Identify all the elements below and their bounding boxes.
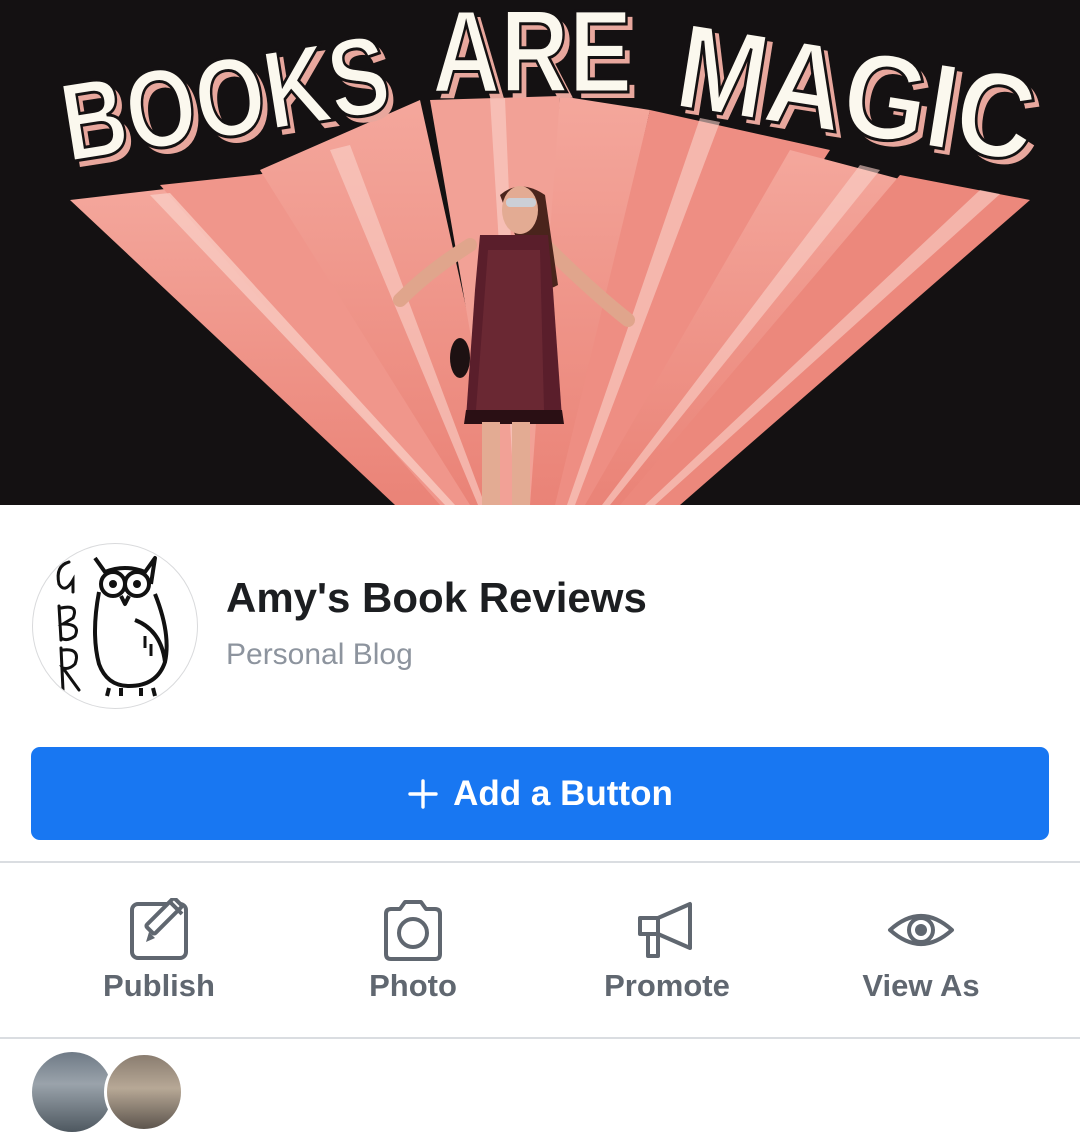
page-category[interactable]: Personal Blog	[226, 638, 413, 672]
friend-avatar[interactable]	[104, 1052, 184, 1132]
promote-action-button[interactable]: Promote	[540, 864, 794, 1038]
svg-text:ARE: ARE	[432, 0, 632, 118]
camera-icon	[384, 900, 442, 961]
add-a-button-button[interactable]: Add a Button	[31, 747, 1049, 840]
photo-label: Photo	[369, 968, 457, 1003]
section-divider-bottom	[0, 1037, 1080, 1039]
add-a-button-label: Add a Button	[453, 773, 673, 813]
owl-logo-icon	[56, 556, 169, 697]
page-action-bar: Publish Photo Promote View As	[0, 864, 1080, 1038]
section-divider-top	[0, 861, 1080, 863]
publish-label: Publish	[103, 968, 215, 1003]
page-name[interactable]: Amy's Book Reviews	[226, 574, 647, 622]
view-as-action-button[interactable]: View As	[794, 864, 1048, 1038]
cover-photo-image: BOOKS BOOKS ARE ARE MAGIC MAGIC	[0, 0, 1080, 505]
page-profile-picture[interactable]	[32, 543, 198, 709]
plus-icon	[408, 778, 438, 809]
compose-icon	[130, 898, 188, 960]
view-as-label: View As	[862, 968, 980, 1003]
cover-photo[interactable]: BOOKS BOOKS ARE ARE MAGIC MAGIC	[0, 0, 1080, 505]
megaphone-icon	[638, 902, 692, 958]
photo-action-button[interactable]: Photo	[286, 864, 540, 1038]
friend-avatar[interactable]	[32, 1052, 112, 1132]
publish-action-button[interactable]: Publish	[32, 864, 286, 1038]
eye-icon	[888, 914, 954, 946]
promote-label: Promote	[604, 968, 730, 1003]
